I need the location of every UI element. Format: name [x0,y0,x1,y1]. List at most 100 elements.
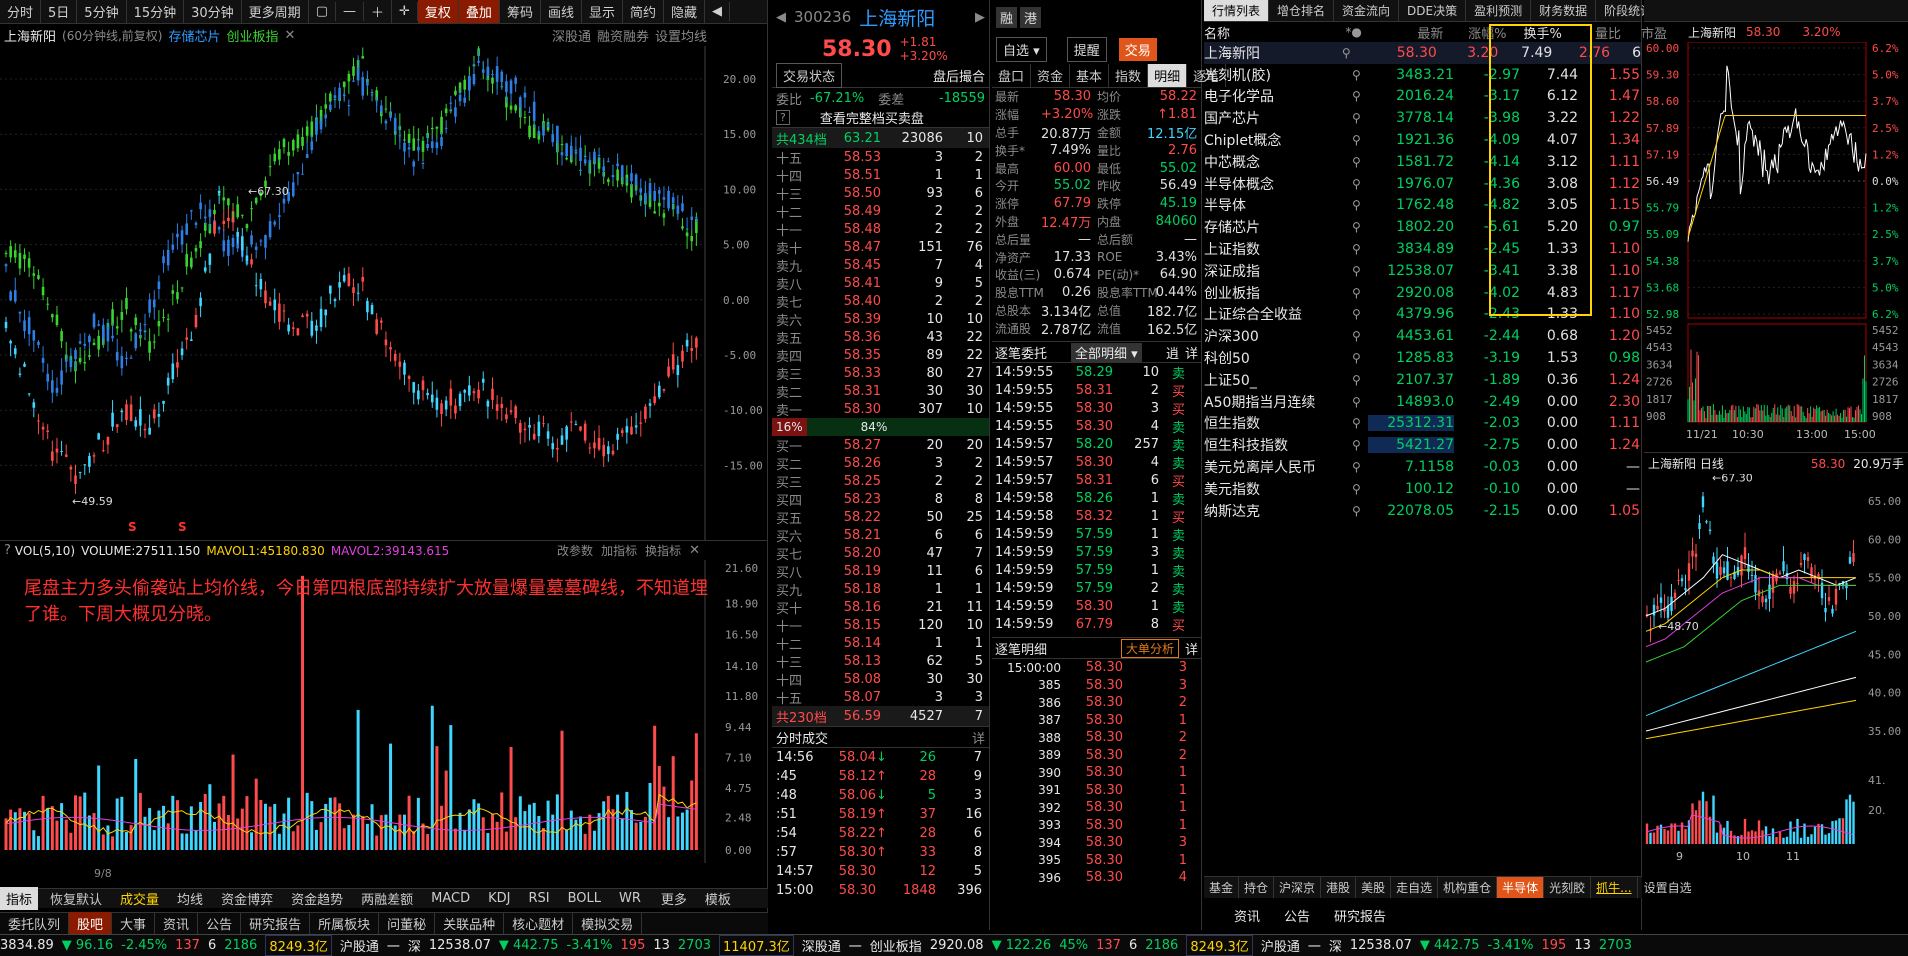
stats-tab-2[interactable]: 基本 [1070,64,1110,87]
bid-level-3[interactable]: 买四 58.23 8 8 [776,490,985,509]
quote-row[interactable]: 电子化学品 ⚲ 2016.24 -3.17 6.12 1.47 [1204,86,1641,108]
ask-level-13[interactable]: 卖二 58.31 30 30 [776,382,985,401]
bid-level-2[interactable]: 买三 58.25 2 2 [776,472,985,491]
stats-tab-0[interactable]: 盘口 [992,64,1032,87]
quote-row[interactable]: 存储芯片 ⚲ 1802.20 -5.61 5.20 0.97 [1204,216,1641,238]
bottom-tab-2[interactable]: 大事 [112,912,156,935]
period-5min[interactable]: 5分钟 [77,0,127,23]
crosshair-icon[interactable]: ✛ [392,2,418,21]
indicator-tab-8[interactable]: KDJ [482,889,516,908]
square-icon[interactable]: ▢ [309,2,336,21]
ask-level-0[interactable]: 十五 58.53 3 2 [776,148,985,167]
bid-level-6[interactable]: 买七 58.20 47 7 [776,544,985,563]
quote-row[interactable]: 科创50 ⚲ 1285.83 -3.19 1.53 0.98 [1204,347,1641,369]
bid-level-5[interactable]: 买六 58.21 6 6 [776,526,985,545]
change-indicator-link[interactable]: 换指标 [645,542,681,559]
quote-row[interactable]: 上证50_ ⚲ 2107.37 -1.89 0.36 1.24 [1204,369,1641,391]
bottom-tab-1[interactable]: 股吧 [69,912,113,935]
quote-row[interactable]: 半导体概念 ⚲ 1976.07 -4.36 3.08 1.12 [1204,173,1641,195]
link-margin[interactable]: 融资融券 [597,26,649,45]
list-bottom-tab-6[interactable]: 机构重仓 [1438,877,1498,898]
quote-row[interactable]: 半导体 ⚲ 1762.48 -4.82 3.05 1.15 [1204,195,1641,217]
minus-icon[interactable]: — [336,2,364,21]
announce-tab[interactable]: 公告 [1284,906,1310,925]
chips-button[interactable]: 筹码 [500,0,541,23]
indicator-tab-7[interactable]: MACD [425,889,476,908]
ask-level-2[interactable]: 十三 58.50 93 6 [776,184,985,203]
list-bottom-tab-4[interactable]: 美股 [1356,877,1392,898]
kline-chart[interactable]: 20.00 15.00 10.00 5.00 0.00 -5.00 -10.00 -15.00… [0,46,768,541]
bottom-tab-7[interactable]: 问董秘 [379,912,436,935]
quote-row[interactable]: 上证综合全收益 ⚲ 4379.96 -2.43 1.33 1.10 [1204,304,1641,326]
period-intraday[interactable]: 分时 [0,0,42,23]
bottom-tab-10[interactable]: 模拟交易 [573,912,643,935]
col-name[interactable]: 名称 [1204,23,1345,42]
bid-level-12[interactable]: 十三 58.13 62 5 [776,652,985,671]
ask-level-9[interactable]: 卖六 58.39 10 10 [776,310,985,329]
edit-params-link[interactable]: 改参数 [557,542,593,559]
ask-level-10[interactable]: 卖五 58.36 43 22 [776,328,985,347]
list-tab-5[interactable]: 财务数据 [1531,0,1597,21]
ask-level-14[interactable]: 卖一 58.30 307 10 [776,400,985,419]
bottom-tab-3[interactable]: 资讯 [155,912,199,935]
ask-level-6[interactable]: 卖九 58.45 7 4 [776,256,985,275]
col-volratio[interactable]: 量比 [1562,23,1621,42]
col-flag[interactable]: *● [1345,25,1361,39]
close-volume-icon[interactable]: ✕ [689,543,700,558]
list-tab-0[interactable]: 行情列表 [1204,0,1270,21]
quote-row[interactable]: 沪深300 ⚲ 4453.61 -2.44 0.68 1.20 [1204,325,1641,347]
entrust-link-1[interactable]: 逍 [1166,343,1179,362]
list-bottom-tab-2[interactable]: 沪深京 [1274,877,1322,898]
bid-level-13[interactable]: 十四 58.08 30 30 [776,670,985,689]
add-indicator-link[interactable]: 加指标 [601,542,637,559]
indicator-tab-4[interactable]: 资金博弈 [215,887,279,910]
bottom-tab-5[interactable]: 研究报告 [241,912,311,935]
alert-button[interactable]: 提醒 [1066,36,1107,62]
list-bottom-tab-9[interactable]: 抓牛... [1591,877,1638,898]
intraday-mini-chart[interactable]: 60.00 6.2% 59.30 5.0% 58.60 3.7% 57.89 2.5% 57.1… [1644,42,1908,452]
overlay-storage-chip[interactable]: 存储芯片 [168,26,220,45]
stats-tab-4[interactable]: 明细 [1148,64,1188,87]
hide-button[interactable]: 隐藏 [664,0,706,23]
display-button[interactable]: 显示 [582,0,623,23]
link-sgt[interactable]: 深股通 [552,26,591,45]
full-book-link[interactable]: 查看完整档买卖盘 [820,108,924,127]
stats-tab-3[interactable]: 指数 [1109,64,1149,87]
indicator-tab-5[interactable]: 资金趋势 [285,887,349,910]
research-tab[interactable]: 研究报告 [1334,906,1386,925]
quote-row[interactable]: 上证指数 ⚲ 3834.89 -2.45 1.33 1.10 [1204,238,1641,260]
bid-level-10[interactable]: 十一 58.15 120 10 [776,616,985,635]
prev-stock-icon[interactable]: ◀ [776,10,786,25]
list-tab-2[interactable]: 资金流向 [1334,0,1400,21]
quote-row[interactable]: 光刻机(胶) ⚲ 3483.21 -2.97 7.44 1.55 [1204,64,1641,86]
quote-row[interactable]: 中芯概念 ⚲ 1581.72 -4.14 3.12 1.11 [1204,151,1641,173]
quote-row[interactable]: 创业板指 ⚲ 2920.08 -4.02 4.83 1.17 [1204,282,1641,304]
list-bottom-tab-8[interactable]: 光刻胶 [1544,877,1592,898]
quote-row[interactable]: 恒生指数 ⚲ 25312.31 -2.03 0.00 1.11 [1204,413,1641,435]
col-last[interactable]: 最新 [1361,23,1443,42]
help-icon[interactable]: ? [776,110,790,125]
indicator-tab-0[interactable]: 指标 [0,887,39,910]
ask-level-12[interactable]: 卖三 58.33 80 27 [776,364,985,383]
bottom-tab-9[interactable]: 核心题材 [504,912,574,935]
ask-level-4[interactable]: 十一 58.48 2 2 [776,220,985,239]
stats-tab-1[interactable]: 资金 [1031,64,1071,87]
indicator-tab-9[interactable]: RSI [522,889,555,908]
bid-level-4[interactable]: 买五 58.22 50 25 [776,508,985,527]
period-5day[interactable]: 5日 [41,0,78,23]
bid-level-1[interactable]: 买二 58.26 3 2 [776,454,985,473]
period-30min[interactable]: 30分钟 [184,0,242,23]
quote-row[interactable]: 纳斯达克 ⚲ 22078.05 -2.15 0.00 1.05 [1204,500,1641,522]
bid-level-8[interactable]: 买九 58.18 1 1 [776,580,985,599]
ask-level-11[interactable]: 卖四 58.35 89 22 [776,346,985,365]
draw-button[interactable]: 画线 [541,0,582,23]
quote-row[interactable]: Chiplet概念 ⚲ 1921.36 -4.09 4.07 1.34 [1204,129,1641,151]
daily-mini-chart[interactable]: 65.00 60.00 55.00 50.00 45.00 40.00 35.00 ←67.3… [1644,474,1908,874]
bid-level-9[interactable]: 买十 58.16 21 11 [776,598,985,617]
indicator-tab-2[interactable]: 成交量 [114,887,165,910]
indicator-tab-3[interactable]: 均线 [171,887,209,910]
bottom-tab-0[interactable]: 委托队列 [0,912,70,935]
ask-level-7[interactable]: 卖八 58.41 9 5 [776,274,985,293]
plus-icon[interactable]: ＋ [364,0,392,23]
list-tab-1[interactable]: 增仓排名 [1269,0,1335,21]
